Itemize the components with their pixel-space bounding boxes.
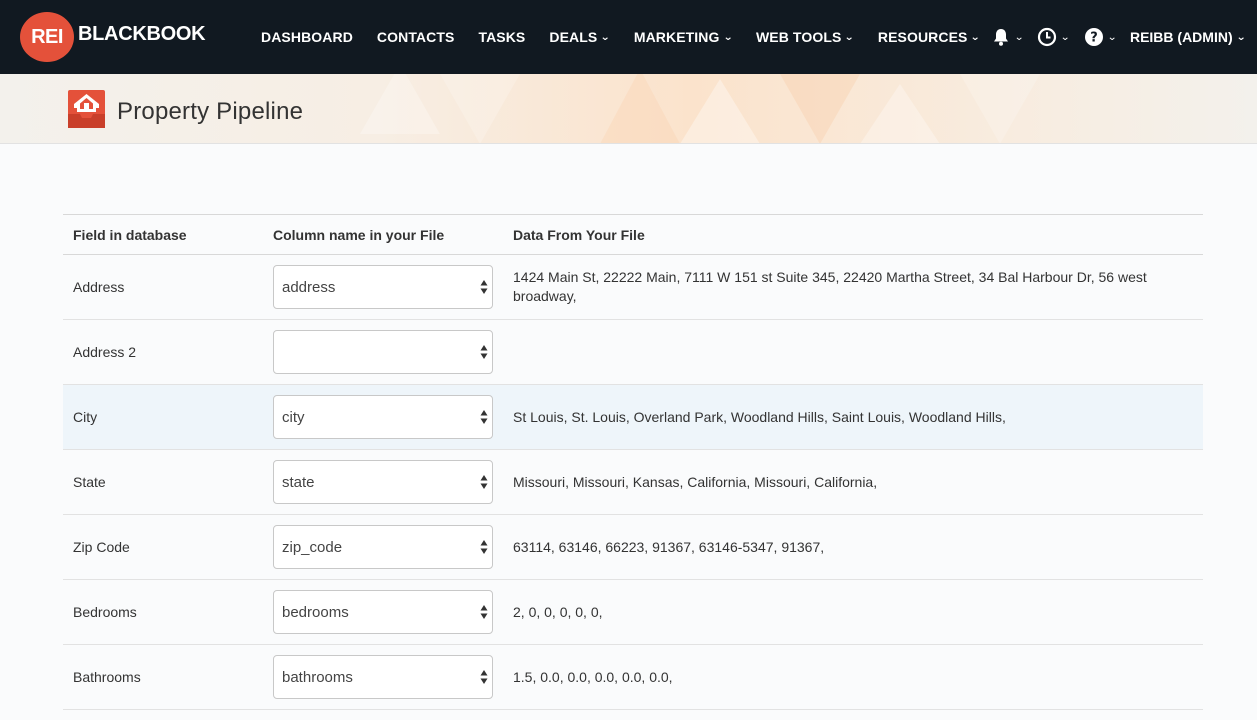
table-row: Address 2 [63,319,1203,385]
select-arrows-icon [480,345,488,359]
column-select[interactable]: bathrooms [273,655,493,699]
table-row: Bedrooms bedrooms 2, 0, 0, 0, 0, 0, [63,579,1203,645]
file-data-preview: 1424 Main St, 22222 Main, 7111 W 151 st … [503,254,1203,320]
clock-icon [1037,27,1057,47]
file-data-preview: 2, 0, 0, 0, 0, 0, [503,579,1203,645]
chevron-down-icon: ⌄ [1013,31,1025,43]
nav-item-dashboard[interactable]: DASHBOARD [261,29,353,45]
table-row: Address address 1424 Main St, 22222 Main, … [63,254,1203,320]
column-select[interactable]: zip_code [273,525,493,569]
column-select-cell: bedrooms [263,579,503,645]
column-select-value: state [282,473,315,491]
nav-item-label: TASKS [478,29,526,45]
nav-item-label: CONTACTS [376,29,455,45]
field-name: Bathrooms [63,644,263,710]
history-dropdown[interactable]: ⌄ [1037,27,1071,47]
help-dropdown[interactable]: ? ⌄ [1084,27,1117,47]
file-data-preview [503,319,1203,385]
field-name: State [63,449,263,515]
nav-item-contacts[interactable]: CONTACTS [377,29,455,45]
table-row: City city St Louis, St. Louis, Overland Pa… [63,384,1203,450]
nav-item-marketing[interactable]: MARKETING ⌄ [633,29,733,45]
column-select[interactable]: bedrooms [273,590,493,634]
nav-item-label: MARKETING [633,29,720,45]
select-arrows-icon [480,540,488,554]
column-select[interactable]: address [273,265,493,309]
file-data-preview: 63114, 63146, 66223, 91367, 63146-5347, … [503,514,1203,580]
house-icon [64,88,109,135]
user-label: REIBB (ADMIN) [1129,29,1233,45]
column-select-value: bathrooms [282,668,353,686]
select-arrows-icon [480,475,488,489]
nav-item-resources[interactable]: RESOURCES ⌄ [877,29,981,45]
svg-text:?: ? [1090,31,1098,46]
chevron-down-icon: ⌄ [970,31,981,43]
header-column-name: Column name in your File [263,214,503,255]
page-header-banner: Property Pipeline [0,74,1257,144]
table-row: Zip Code zip_code 63114, 63146, 66223, 913… [63,514,1203,580]
chevron-down-icon: ⌄ [600,31,611,43]
field-mapping-table: Field in database Column name in your Fi… [63,214,1203,710]
table-header-row: Field in database Column name in your Fi… [63,214,1203,255]
page-title: Property Pipeline [117,97,304,125]
select-arrows-icon [480,280,488,294]
nav-item-label: WEB TOOLS [755,29,842,45]
column-select-cell: address [263,254,503,320]
chevron-down-icon: ⌄ [722,31,733,43]
column-select-value: zip_code [282,538,343,556]
nav-item-label: RESOURCES [877,29,968,45]
chevron-down-icon: ⌄ [844,31,855,43]
logo-badge: REI [20,12,74,62]
column-select-value: bedrooms [282,603,349,621]
chevron-down-icon: ⌄ [1235,31,1246,43]
bell-icon [991,27,1011,47]
nav-item-label: DEALS [549,29,598,45]
column-select-cell: zip_code [263,514,503,580]
help-icon: ? [1084,27,1104,47]
header-data-from-file: Data From Your File [503,214,1203,255]
nav-item-web-tools[interactable]: WEB TOOLS ⌄ [755,29,855,45]
column-select-cell: state [263,449,503,515]
select-arrows-icon [480,410,488,424]
top-navbar: REI BLACKBOOK DASHBOARD CONTACTS TASKS DEAL… [0,0,1257,74]
table-row: State state Missouri, Missouri, Kansas, Ca… [63,449,1203,515]
file-data-preview: St Louis, St. Louis, Overland Park, Wood… [503,384,1203,450]
select-arrows-icon [480,605,488,619]
field-name: Bedrooms [63,579,263,645]
nav-item-deals[interactable]: DEALS ⌄ [549,29,611,45]
field-name: City [63,384,263,450]
notifications-dropdown[interactable]: ⌄ [991,27,1025,47]
brand-logo[interactable]: REI BLACKBOOK [20,12,206,62]
column-select-cell: city [263,384,503,450]
field-name: Zip Code [63,514,263,580]
table-row: Bathrooms bathrooms 1.5, 0.0, 0.0, 0.0, 0.… [63,644,1203,710]
nav-item-label: DASHBOARD [261,29,353,45]
logo-text: BLACKBOOK [78,22,206,45]
page-title-group: Property Pipeline [64,88,303,135]
column-select-cell: bathrooms [263,644,503,710]
column-select[interactable]: state [273,460,493,504]
column-select[interactable]: city [273,395,493,439]
file-data-preview: Missouri, Missouri, Kansas, California, … [503,449,1203,515]
user-menu[interactable]: REIBB (ADMIN) ⌄ [1129,29,1246,45]
header-field-in-database: Field in database [63,214,263,255]
column-select-cell [263,319,503,385]
chevron-down-icon: ⌄ [1060,31,1071,43]
field-name: Address 2 [63,319,263,385]
column-select-value: address [282,278,336,296]
file-data-preview: 1.5, 0.0, 0.0, 0.0, 0.0, 0.0, [503,644,1203,710]
field-name: Address [63,254,263,320]
select-arrows-icon [480,670,488,684]
column-select[interactable] [273,330,493,374]
column-select-value: city [282,408,305,426]
main-nav: DASHBOARD CONTACTS TASKS DEALS ⌄ MARKETING ⌄ WE… [261,0,1004,74]
chevron-down-icon: ⌄ [1106,31,1117,43]
nav-right: ⌄ ⌄ ? ⌄ REIBB (ADMIN) ⌄ [991,0,1246,74]
nav-item-tasks[interactable]: TASKS [478,29,525,45]
